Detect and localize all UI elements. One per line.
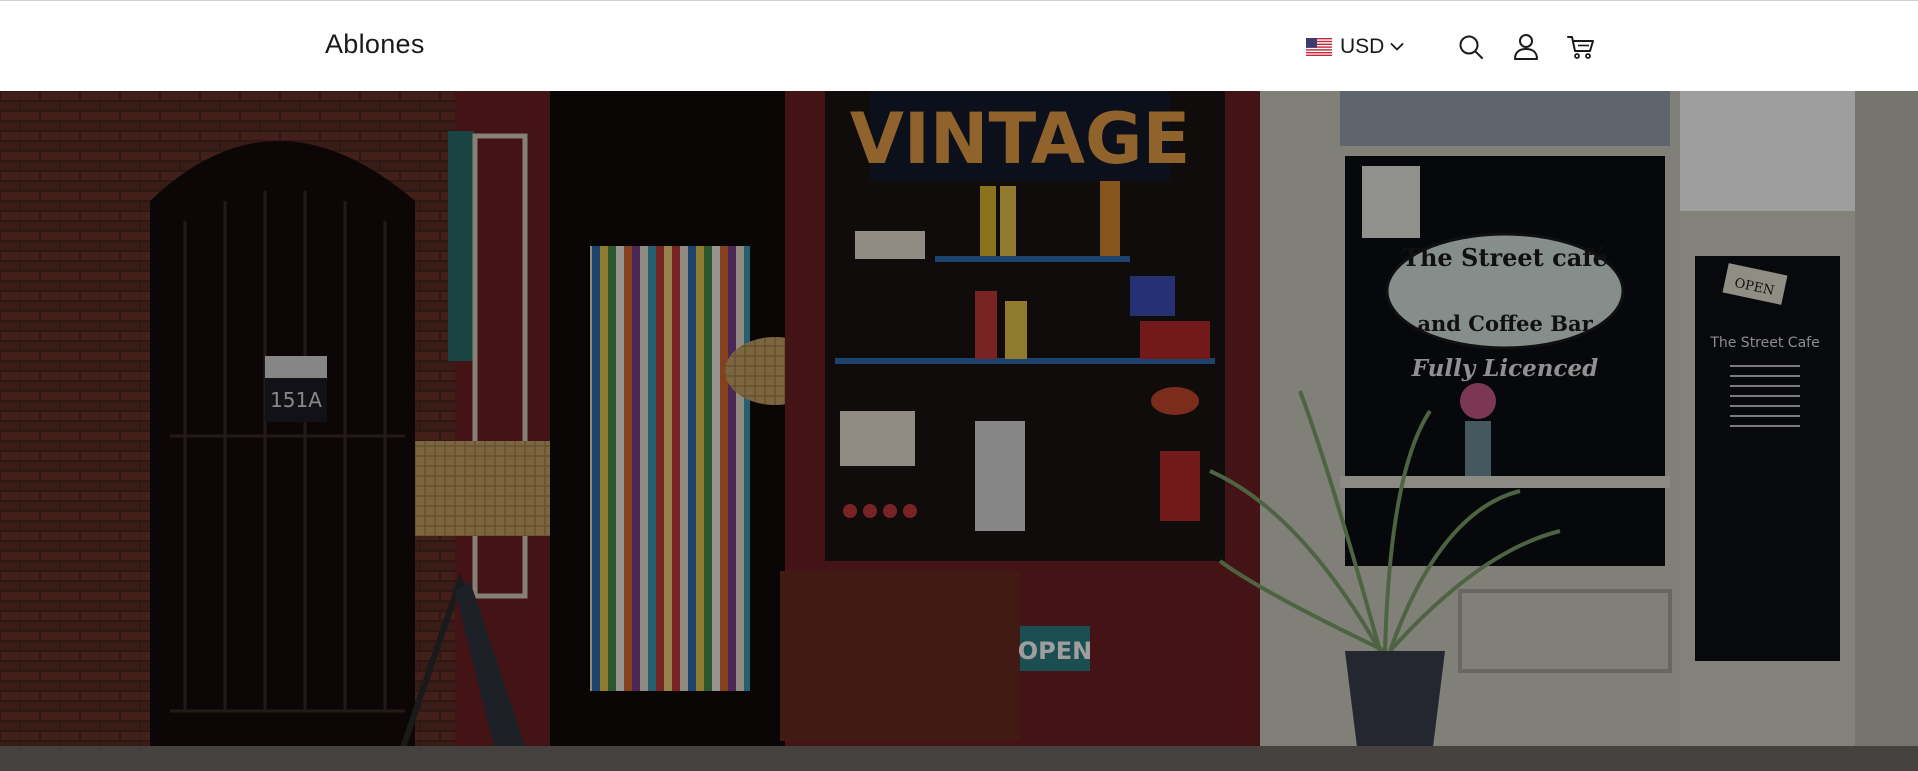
hero-overlay <box>0 91 1918 771</box>
account-icon <box>1514 34 1539 60</box>
chevron-down-icon <box>1390 43 1404 51</box>
brand-logo[interactable]: Ablones <box>325 29 425 60</box>
search-icon <box>1459 35 1484 59</box>
cart-button[interactable] <box>1567 33 1595 61</box>
hero-storefront-image: 151A VINTAGE OPEN The Street café and Co… <box>0 91 1918 771</box>
currency-code: USD <box>1340 35 1385 58</box>
page: Ablones USD 151A VINTAGE OPEN The Street… <box>0 0 1918 771</box>
account-button[interactable] <box>1512 33 1540 61</box>
currency-selector[interactable]: USD <box>1306 35 1404 59</box>
search-button[interactable] <box>1457 33 1485 61</box>
cart-icon <box>1567 36 1595 59</box>
us-flag-icon <box>1306 38 1332 56</box>
hero-banner: 151A VINTAGE OPEN The Street café and Co… <box>0 91 1918 771</box>
header-actions: USD <box>1306 29 1595 65</box>
site-header: Ablones USD <box>0 0 1918 91</box>
